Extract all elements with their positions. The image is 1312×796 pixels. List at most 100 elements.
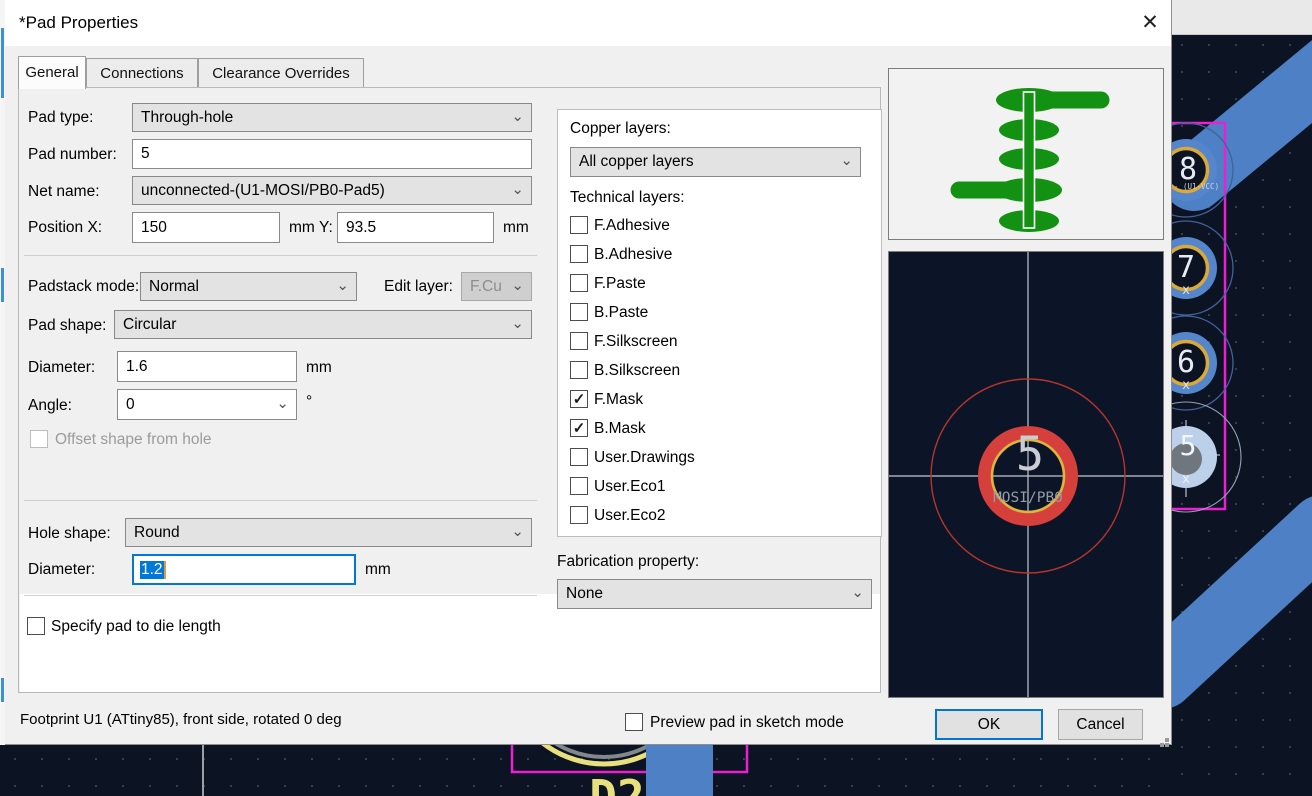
layer-checkbox-f-adhesive[interactable] — [570, 216, 588, 234]
chevron-down-icon: ⌄ — [511, 180, 524, 198]
layer-checkbox-b-silkscreen[interactable] — [570, 361, 588, 379]
copper-trace-vertical[interactable] — [646, 745, 713, 796]
svg-text:x: x — [1182, 283, 1190, 298]
padstack-mode-label: Padstack mode: — [28, 278, 140, 295]
svg-text:t - (U1-VCC): t - (U1-VCC) — [1172, 182, 1219, 191]
preview-pad-number: 5 — [1016, 427, 1044, 482]
close-icon[interactable]: ✕ — [1133, 8, 1167, 38]
svg-text:7: 7 — [1177, 250, 1195, 285]
position-x-unit: mm — [289, 219, 315, 236]
fabrication-property-select[interactable]: None ⌄ — [557, 579, 872, 609]
hole-shape-select[interactable]: Round ⌄ — [125, 518, 532, 547]
layer-label: User.Eco2 — [594, 507, 666, 524]
hole-shape-label: Hole shape: — [28, 525, 111, 542]
position-x-label: Position X: — [28, 219, 103, 236]
edit-layer-label: Edit layer: — [384, 278, 453, 295]
technical-layers-label: Technical layers: — [570, 189, 685, 206]
svg-text:x: x — [1182, 378, 1190, 393]
layer-checkbox-f-mask[interactable]: ✓ — [570, 390, 588, 408]
pad-diameter-input[interactable]: 1.6 — [117, 351, 297, 382]
layer-checkbox-b-mask[interactable]: ✓ — [570, 419, 588, 437]
separator — [24, 500, 537, 501]
padstack-mode-select[interactable]: Normal ⌄ — [140, 272, 357, 301]
copper-layers-select[interactable]: All copper layers ⌄ — [570, 147, 861, 177]
layer-label: User.Eco1 — [594, 478, 666, 495]
cancel-button[interactable]: Cancel — [1058, 709, 1143, 740]
layer-label: F.Paste — [594, 275, 646, 292]
svg-text:5: 5 — [1180, 429, 1197, 462]
angle-combobox[interactable]: 0 ⌄ — [117, 389, 297, 420]
pad-number-label: Pad number: — [28, 146, 117, 163]
sketch-mode-label: Preview pad in sketch mode — [650, 714, 844, 731]
chevron-down-icon: ⌄ — [511, 107, 524, 125]
pcb-canvas-bottom[interactable]: D2 — [5, 745, 1172, 796]
chevron-down-icon: ⌄ — [276, 394, 289, 412]
angle-label: Angle: — [28, 397, 72, 414]
pad-shape-label: Pad shape: — [28, 317, 107, 334]
layer-checkbox-b-adhesive[interactable] — [570, 245, 588, 263]
silkscreen-refdes: D2 — [589, 770, 644, 796]
chevron-down-icon: ⌄ — [840, 151, 853, 169]
net-name-select[interactable]: unconnected-(U1-MOSI/PB0-Pad5) ⌄ — [132, 176, 532, 205]
dialog-titlebar[interactable]: *Pad Properties ✕ — [5, 0, 1171, 46]
layer-label: B.Paste — [594, 304, 649, 321]
hole-diameter-unit: mm — [365, 561, 391, 578]
hole-diameter-input[interactable]: 1.2 — [132, 554, 356, 585]
offset-shape-checkbox-disabled — [30, 430, 48, 448]
position-y-input[interactable]: 93.5 — [337, 212, 494, 243]
layer-checkbox-f-paste[interactable] — [570, 274, 588, 292]
padstack-preview — [888, 68, 1164, 240]
layer-checkbox-b-paste[interactable] — [570, 303, 588, 321]
pad-number-input[interactable]: 5 — [132, 139, 532, 169]
pad-type-label: Pad type: — [28, 109, 94, 126]
fabrication-property-label: Fabrication property: — [557, 553, 700, 570]
position-y-label: Y: — [319, 219, 333, 236]
selected-text: 1.2 — [140, 560, 164, 579]
footprint-status-text: Footprint U1 (ATtiny85), front side, rot… — [20, 711, 342, 728]
svg-text:6: 6 — [1177, 345, 1195, 380]
pcb-canvas-right[interactable]: 8 t - (U1-VCC) 7 x 6 x 5 x — [1172, 35, 1312, 796]
tab-general[interactable]: General — [18, 56, 86, 89]
tab-clearance-overrides[interactable]: Clearance Overrides — [198, 58, 364, 88]
tab-connections[interactable]: Connections — [86, 58, 198, 88]
pad-to-die-checkbox[interactable] — [27, 617, 45, 635]
layer-label: User.Drawings — [594, 449, 695, 466]
layer-label: F.Adhesive — [594, 217, 670, 234]
svg-text:x: x — [1182, 472, 1190, 487]
layer-checkbox-user-eco2[interactable] — [570, 506, 588, 524]
layer-checkbox-user-eco1[interactable] — [570, 477, 588, 495]
layer-checkbox-user-drawings[interactable] — [570, 448, 588, 466]
text-caret — [163, 560, 166, 579]
sketch-mode-checkbox[interactable] — [625, 713, 643, 731]
resize-grip[interactable] — [1153, 731, 1165, 743]
layer-checkbox-f-silkscreen[interactable] — [570, 332, 588, 350]
layer-label: B.Adhesive — [594, 246, 673, 263]
screen: 8 t - (U1-VCC) 7 x 6 x 5 x — [0, 0, 1312, 796]
layer-label: B.Silkscreen — [594, 362, 681, 379]
main-window-strip — [1172, 0, 1312, 35]
pad-preview: 5 MOSI/PB0 — [888, 251, 1164, 698]
pad-type-select[interactable]: Through-hole ⌄ — [132, 103, 532, 132]
chevron-down-icon: ⌄ — [511, 276, 524, 294]
tab-page-general: Pad type: Through-hole ⌄ Pad number: 5 N… — [18, 87, 882, 693]
angle-unit: ° — [306, 393, 313, 410]
preview-net-label: MOSI/PB0 — [993, 490, 1063, 506]
edit-layer-select-disabled: F.Cu ⌄ — [461, 272, 532, 301]
layers-group: Copper layers: All copper layers ⌄ Techn… — [557, 109, 882, 537]
dialog-title: *Pad Properties — [19, 13, 139, 32]
separator — [24, 255, 537, 256]
padstack-diagram — [950, 88, 1110, 232]
ok-button[interactable]: OK — [935, 709, 1043, 740]
separator — [24, 595, 537, 596]
chevron-down-icon: ⌄ — [336, 276, 349, 294]
position-x-input[interactable]: 150 — [132, 212, 280, 243]
offset-shape-label: Offset shape from hole — [55, 431, 212, 448]
pad-shape-select[interactable]: Circular ⌄ — [114, 310, 532, 339]
position-y-unit: mm — [503, 219, 529, 236]
copper-layers-label: Copper layers: — [570, 120, 671, 137]
pad-properties-dialog: *Pad Properties ✕ General Connections Cl… — [5, 0, 1172, 745]
hole-diameter-label: Diameter: — [28, 561, 96, 578]
net-name-label: Net name: — [28, 183, 100, 200]
chevron-down-icon: ⌄ — [851, 583, 864, 601]
pad-preview-canvas: 5 MOSI/PB0 — [889, 252, 1163, 697]
